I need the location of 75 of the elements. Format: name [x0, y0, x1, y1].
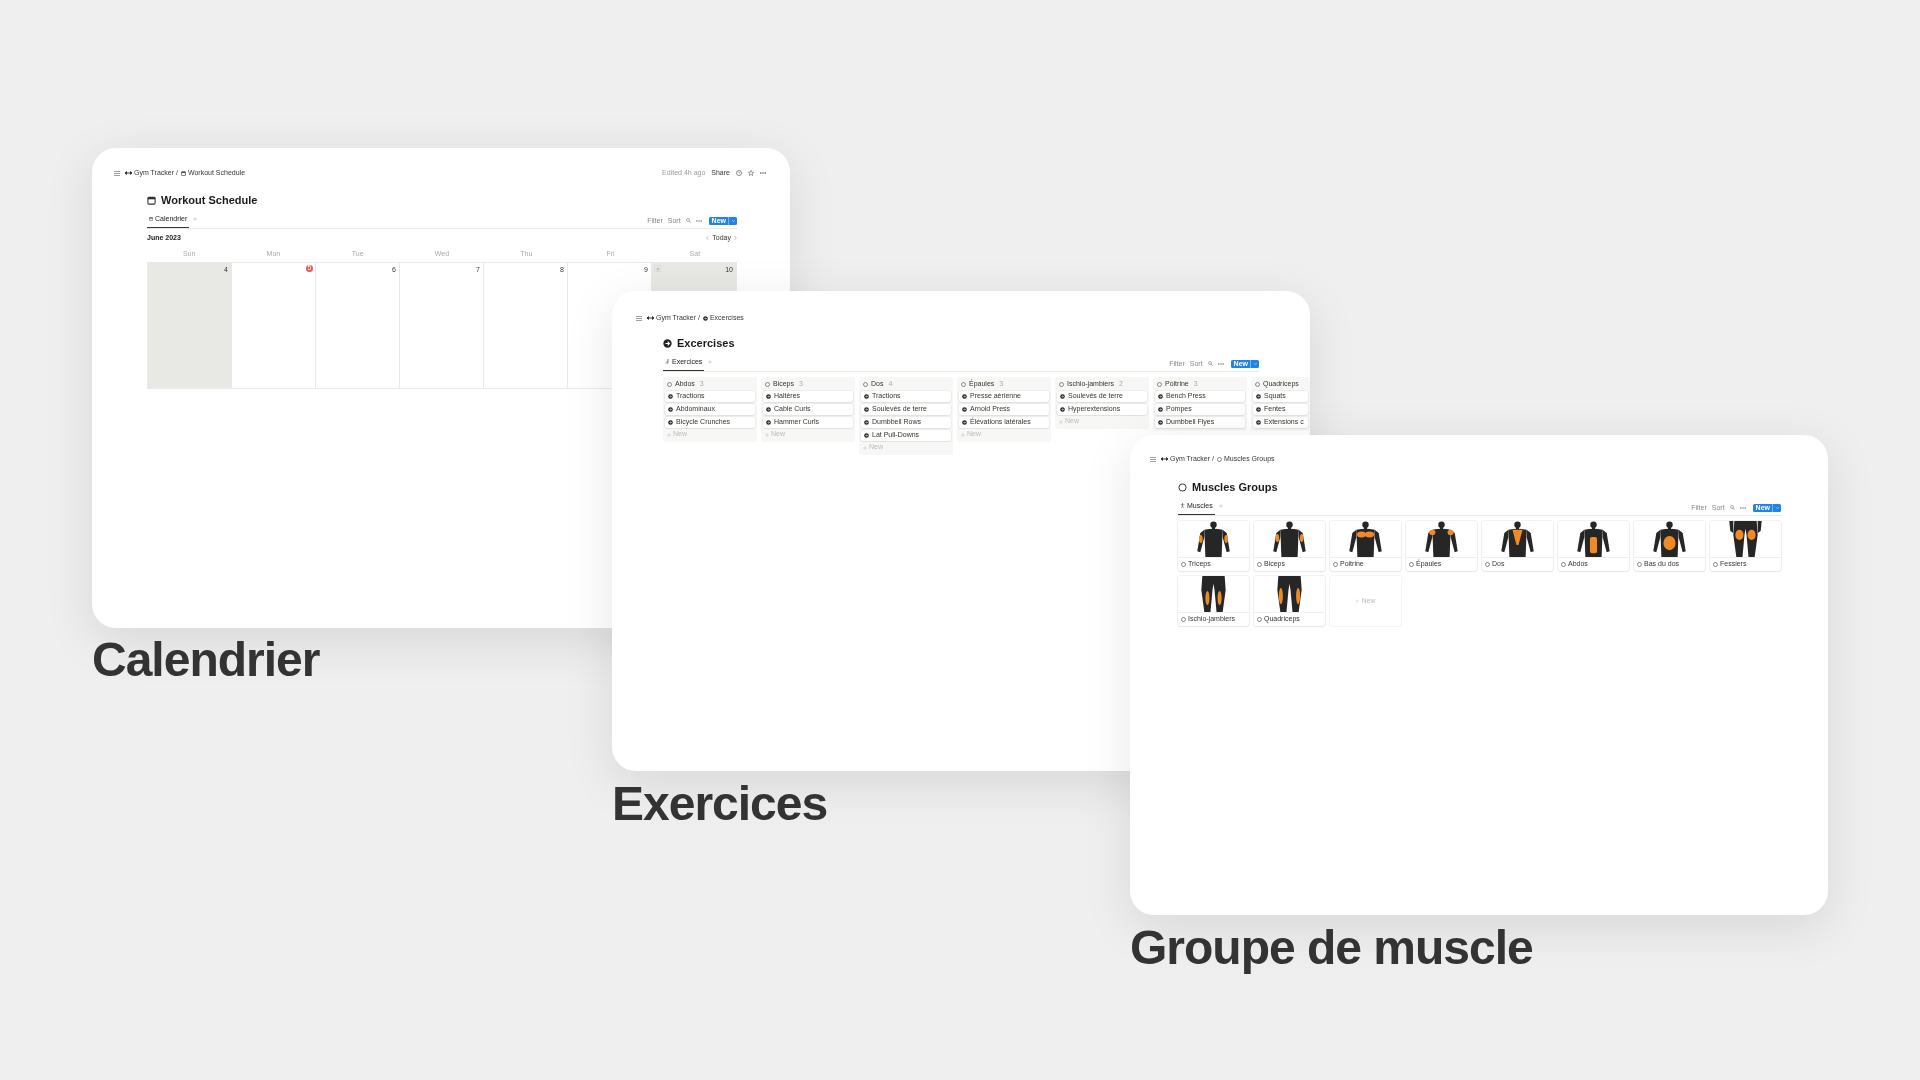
dumbbell-icon	[1161, 457, 1168, 462]
arrow-circle-icon	[1256, 420, 1261, 425]
circle-icon	[1059, 382, 1064, 387]
arrow-circle-icon	[1158, 407, 1163, 412]
circle-icon	[1485, 562, 1490, 567]
calendar-icon	[149, 216, 153, 221]
plus-icon[interactable]	[708, 360, 713, 365]
arrow-circle-icon	[1060, 407, 1065, 412]
arrow-circle-icon	[864, 407, 869, 412]
menu-icon[interactable]	[636, 315, 642, 321]
arrow-circle-icon	[668, 407, 673, 412]
caret-icon	[1254, 362, 1257, 365]
circle-icon	[1157, 382, 1162, 387]
arrow-circle-icon	[1158, 394, 1163, 399]
more-icon[interactable]	[695, 219, 702, 222]
caption: Calendrier	[92, 636, 320, 684]
circle-icon	[1216, 456, 1222, 462]
arrow-circle-icon	[1256, 394, 1261, 399]
menu-icon[interactable]	[114, 170, 120, 176]
arrow-circle-icon	[766, 420, 771, 425]
arrow-circle-icon	[864, 420, 869, 425]
page-title: Excercises	[677, 337, 735, 349]
plus-icon[interactable]	[655, 266, 660, 271]
arrow-circle-icon	[702, 315, 708, 321]
search-icon[interactable]	[1207, 361, 1213, 367]
arrow-circle-icon	[1158, 420, 1163, 425]
circle-icon	[765, 382, 770, 387]
more-icon[interactable]	[1739, 506, 1746, 509]
circle-icon	[1333, 562, 1338, 567]
caption: Groupe de muscle	[1130, 924, 1533, 972]
caption: Exercices	[612, 780, 828, 828]
circle-icon	[667, 382, 672, 387]
clock-icon[interactable]	[736, 170, 742, 177]
circle-icon	[1181, 562, 1186, 567]
arrow-circle-icon	[668, 394, 673, 399]
arrow-circle-icon	[1256, 407, 1261, 412]
circle-icon	[1713, 562, 1718, 567]
circle-icon	[1637, 562, 1642, 567]
circle-icon	[1561, 562, 1566, 567]
circle-icon	[1181, 617, 1186, 622]
page-title: Muscles Groups	[1192, 481, 1278, 493]
arrow-circle-icon	[766, 394, 771, 399]
arrow-circle-icon	[962, 407, 967, 412]
plus-icon[interactable]	[1218, 504, 1223, 509]
arrow-circle-icon	[962, 420, 967, 425]
circle-icon	[1255, 382, 1260, 387]
arrow-circle-icon	[962, 394, 967, 399]
dumbbell-icon	[647, 316, 654, 321]
circle-icon	[961, 382, 966, 387]
runner-icon	[665, 359, 670, 365]
page-title: Workout Schedule	[161, 194, 258, 206]
circle-icon	[863, 382, 868, 387]
person-icon	[1180, 503, 1185, 509]
search-icon[interactable]	[685, 218, 691, 224]
arrow-circle-icon	[668, 420, 673, 425]
arrow-circle-icon	[1060, 394, 1065, 399]
arrow-circle-icon	[663, 338, 672, 348]
dumbbell-icon	[125, 171, 132, 176]
caret-icon	[1776, 506, 1779, 509]
circle-icon	[1257, 617, 1262, 622]
plus-icon[interactable]	[193, 217, 198, 222]
circle-icon	[1257, 562, 1262, 567]
arrow-circle-icon	[864, 433, 869, 438]
arrow-circle-icon	[766, 407, 771, 412]
arrow-circle-icon	[864, 394, 869, 399]
more-icon[interactable]	[760, 172, 766, 175]
caret-icon	[732, 219, 735, 222]
star-icon[interactable]	[748, 170, 754, 177]
calendar-icon	[147, 195, 156, 205]
search-icon[interactable]	[1729, 505, 1735, 511]
circle-icon	[1409, 562, 1414, 567]
more-icon[interactable]	[1217, 362, 1224, 365]
menu-icon[interactable]	[1150, 456, 1156, 462]
circle-icon	[1178, 482, 1187, 492]
calendar-icon	[180, 170, 186, 176]
